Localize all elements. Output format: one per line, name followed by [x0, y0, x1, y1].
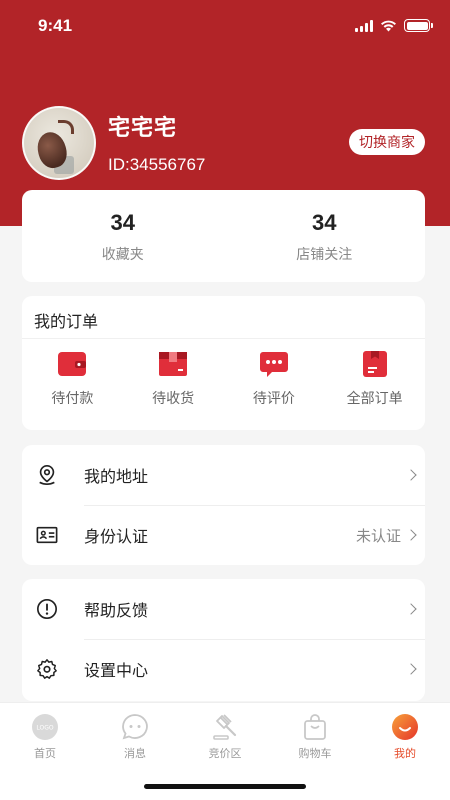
- chevron-right-icon: [405, 663, 417, 675]
- svg-text:LOGO: LOGO: [36, 725, 54, 732]
- stat-followed-stores[interactable]: 34 店铺关注: [224, 190, 426, 282]
- stat-label: 收藏夹: [101, 247, 144, 263]
- tab-label: 我的: [394, 747, 416, 760]
- bottom-tab-bar: LOGO 首页 消息 竞价区 购物车 我的: [0, 702, 450, 800]
- signal-icon: [355, 19, 373, 32]
- stat-label: 店铺关注: [296, 247, 353, 263]
- orders-card: 我的订单 待付款 待收货 待评价 全部订单: [22, 296, 425, 430]
- tab-cart[interactable]: 购物车: [270, 703, 360, 765]
- package-icon: [159, 352, 188, 376]
- tab-messages[interactable]: 消息: [90, 703, 180, 765]
- battery-icon: [404, 19, 433, 32]
- stats-card: 34 收藏夹 34 店铺关注: [22, 190, 425, 282]
- comment-icon: [259, 352, 288, 377]
- menu-item-help-feedback[interactable]: 帮助反馈: [22, 579, 425, 639]
- order-item-pending-payment[interactable]: 待付款: [22, 350, 123, 408]
- chevron-right-icon: [405, 603, 417, 615]
- user-id: ID:34556767: [108, 155, 206, 174]
- chat-icon: [122, 714, 148, 740]
- support-menu-card: 帮助反馈 设置中心: [22, 579, 425, 701]
- tab-label: 首页: [34, 747, 56, 760]
- order-label: 待评价: [252, 391, 295, 407]
- tab-label: 竞价区: [208, 747, 242, 760]
- chevron-right-icon: [405, 529, 417, 541]
- orders-title: 我的订单: [34, 312, 99, 331]
- divider: [22, 338, 425, 339]
- menu-item-identity[interactable]: 身份认证 未认证: [22, 505, 425, 565]
- menu-item-settings[interactable]: 设置中心: [22, 639, 425, 699]
- user-name: 宅宅宅: [108, 116, 178, 141]
- info-icon: [37, 599, 57, 619]
- menu-label: 身份认证: [84, 527, 149, 546]
- gear-icon: [37, 659, 57, 679]
- status-icons: [355, 19, 433, 32]
- tab-home[interactable]: LOGO 首页: [0, 703, 90, 765]
- bag-icon: [304, 714, 326, 740]
- order-item-all-orders[interactable]: 全部订单: [324, 350, 425, 408]
- location-icon: [39, 465, 55, 485]
- order-list-icon: [362, 351, 387, 377]
- tab-label: 购物车: [298, 747, 332, 760]
- auction-icon: [213, 714, 237, 740]
- menu-label: 帮助反馈: [84, 601, 149, 620]
- order-label: 全部订单: [346, 391, 403, 407]
- wifi-icon: [381, 20, 396, 31]
- home-indicator: [144, 784, 306, 789]
- tab-label: 消息: [124, 747, 146, 760]
- order-label: 待收货: [152, 391, 195, 407]
- switch-merchant-button[interactable]: 切换商家: [349, 129, 425, 155]
- chevron-right-icon: [405, 469, 417, 481]
- order-item-pending-receipt[interactable]: 待收货: [123, 350, 224, 408]
- stat-value: 34: [110, 210, 135, 235]
- menu-item-address[interactable]: 我的地址: [22, 445, 425, 505]
- tab-auction[interactable]: 竞价区: [180, 703, 270, 765]
- account-menu-card: 我的地址 身份认证 未认证: [22, 445, 425, 565]
- order-shortcuts: 待付款 待收货 待评价 全部订单: [22, 350, 425, 408]
- tab-profile[interactable]: 我的: [360, 703, 450, 765]
- order-label: 待付款: [51, 391, 94, 407]
- order-item-pending-review[interactable]: 待评价: [224, 350, 325, 408]
- avatar[interactable]: [22, 106, 96, 180]
- menu-label: 设置中心: [84, 661, 149, 680]
- menu-label: 我的地址: [84, 467, 149, 486]
- profile-icon: [392, 714, 418, 740]
- wallet-icon: [58, 352, 87, 376]
- stat-value: 34: [312, 210, 337, 235]
- status-time: 9:41: [38, 16, 73, 35]
- status-bar: 9:41: [0, 0, 450, 54]
- verification-status: 未认证: [355, 526, 401, 545]
- logo-icon: LOGO: [32, 714, 58, 740]
- id-card-icon: [36, 526, 58, 544]
- stat-favorites[interactable]: 34 收藏夹: [22, 190, 224, 282]
